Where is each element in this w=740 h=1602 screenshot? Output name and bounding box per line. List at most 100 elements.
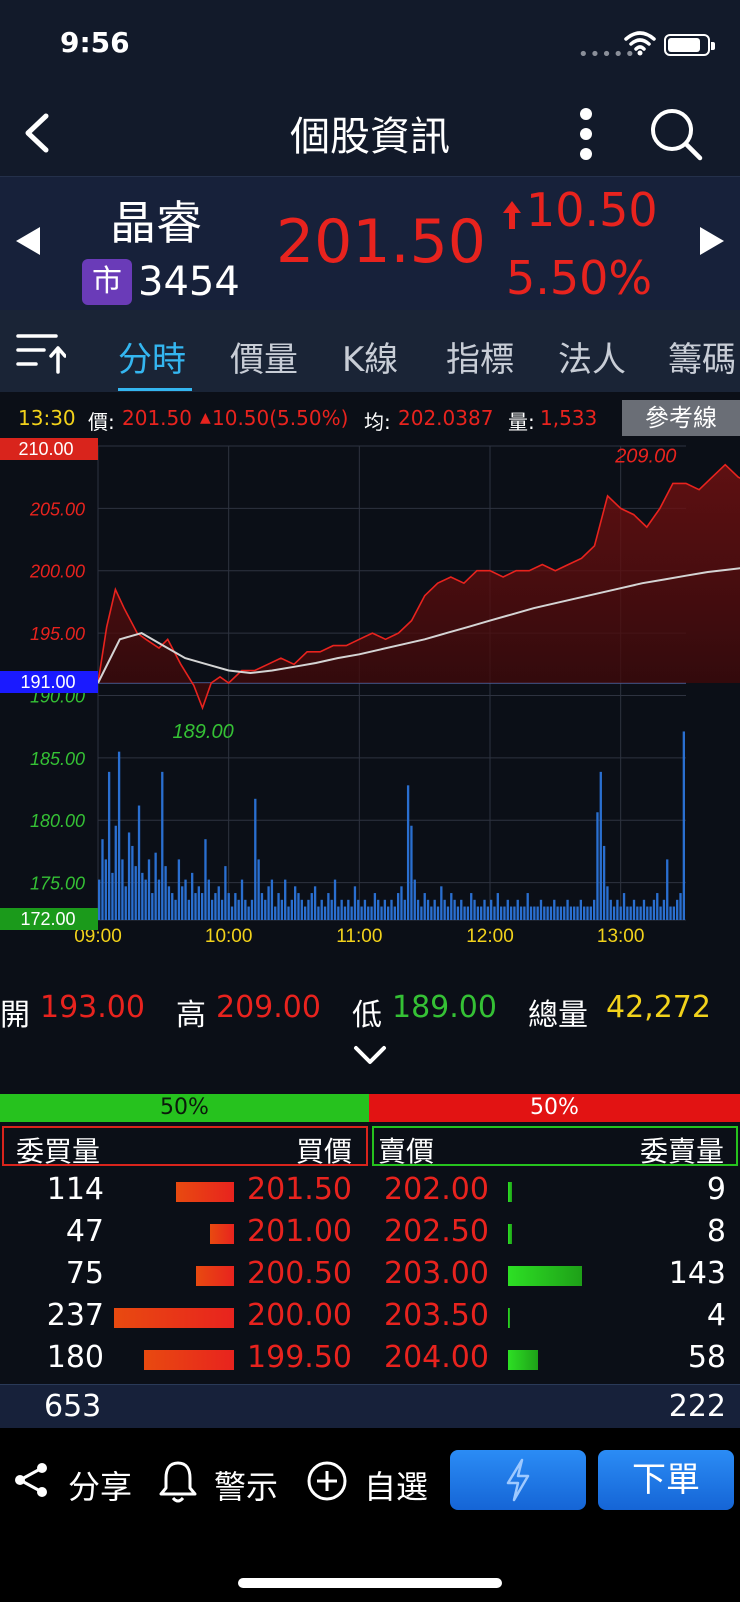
chevron-down-icon[interactable]	[352, 1042, 388, 1068]
volume-bar	[383, 899, 387, 920]
volume-bar	[313, 886, 317, 920]
orderbook-row[interactable]: 47 201.00 202.50 8	[0, 1214, 740, 1256]
place-order-button[interactable]: 下單	[598, 1450, 734, 1510]
info-up-icon: ▲	[200, 410, 211, 426]
add-circle-icon	[307, 1461, 347, 1501]
volume-bar	[652, 899, 656, 920]
tab-intraday[interactable]: 分時	[118, 332, 186, 381]
volume-bar	[141, 872, 144, 920]
bottom-toolbar: 分享 警示 自選 下單	[0, 1428, 740, 1602]
sell-header: 賣價 委賣量	[372, 1126, 738, 1168]
volume-bar	[134, 866, 137, 920]
volume-bar	[573, 906, 576, 920]
volume-bar	[244, 899, 247, 920]
y-tick-label: 185.00	[30, 749, 85, 769]
volume-bar	[586, 906, 589, 920]
volume-bar	[131, 845, 134, 920]
ask-qty-bar	[508, 1308, 510, 1328]
quick-order-button[interactable]	[450, 1450, 586, 1510]
x-tick-label: 10:00	[205, 926, 253, 947]
volume-bar	[303, 906, 307, 920]
share-label: 分享	[68, 1468, 133, 1506]
volume-bar	[679, 893, 682, 920]
next-stock-icon[interactable]	[700, 227, 724, 255]
volume-bar	[646, 906, 649, 920]
volume-bar	[553, 899, 556, 920]
bottom-price-label: 172.00	[20, 909, 75, 929]
tab-institutional[interactable]: 法人	[558, 332, 626, 381]
volume-bar	[440, 886, 443, 920]
volume-bar	[234, 893, 237, 920]
volume-bar	[403, 899, 406, 920]
volume-bar	[556, 906, 559, 920]
volume-bar	[599, 771, 602, 920]
ask-qty: 9	[706, 1172, 726, 1207]
volume-bar	[493, 906, 496, 920]
quote-header: 晶睿 市 3454 201.50 10.50 5.50%	[0, 176, 740, 310]
ask-qty-bar	[508, 1182, 512, 1202]
volume-bar	[446, 906, 450, 920]
prev-stock-icon[interactable]	[16, 227, 40, 255]
volume-bar	[124, 886, 127, 920]
y-tick-label: 200.00	[29, 562, 85, 582]
reference-line-button[interactable]: 參考線	[622, 400, 740, 436]
sell-ratio: 50%	[369, 1094, 740, 1122]
volume-bar	[430, 906, 433, 920]
volume-bar	[626, 906, 629, 920]
volume-bar	[194, 893, 197, 920]
volume-bar	[606, 886, 609, 920]
volume-bar	[210, 899, 214, 920]
volume-bar	[596, 812, 599, 920]
total-volume-label: 總量	[528, 998, 588, 1033]
orderbook-row[interactable]: 114 201.50 202.00 9	[0, 1172, 740, 1214]
low-marker-label: 189.00	[173, 721, 234, 743]
y-tick-label: 175.00	[30, 874, 85, 894]
x-tick-label: 13:00	[597, 926, 645, 947]
bid-qty-bar	[176, 1182, 234, 1202]
volume-bar	[227, 893, 230, 920]
tab-chips[interactable]: 籌碼	[668, 332, 736, 381]
tab-price-volume[interactable]: 價量	[230, 332, 298, 381]
volume-bar	[144, 879, 147, 920]
price-area	[98, 464, 740, 708]
tab-kline[interactable]: K線	[342, 332, 398, 381]
volume-bar	[642, 899, 646, 920]
volume-bar	[237, 899, 240, 920]
orderbook-row[interactable]: 180 199.50 204.00 58	[0, 1340, 740, 1382]
alert-button[interactable]: 警示	[158, 1458, 288, 1506]
volume-bar	[563, 906, 566, 920]
share-button[interactable]: 分享	[12, 1458, 142, 1506]
volume-bar	[450, 893, 453, 920]
intraday-chart[interactable]: 205.00200.00195.00190.00185.00180.00175.…	[0, 438, 740, 968]
watchlist-button[interactable]: 自選	[306, 1458, 436, 1506]
volume-bar	[181, 886, 184, 920]
volume-bar	[277, 893, 280, 920]
open-value: 193.00	[40, 990, 145, 1025]
orderbook-row[interactable]: 237 200.00 203.50 4	[0, 1298, 740, 1340]
volume-bar	[323, 906, 327, 920]
back-icon[interactable]	[14, 108, 64, 158]
tab-bar: 分時 價量 K線 指標 法人 籌碼	[0, 310, 740, 392]
volume-bar	[340, 899, 343, 920]
tab-indicators[interactable]: 指標	[446, 332, 514, 381]
volume-bar	[463, 906, 466, 920]
volume-bar	[546, 906, 549, 920]
volume-bar	[629, 906, 632, 920]
low-value: 189.00	[392, 990, 497, 1025]
y-tick-label: 180.00	[30, 811, 85, 831]
volume-bar	[280, 899, 284, 920]
more-icon[interactable]	[568, 104, 604, 164]
search-icon[interactable]	[646, 104, 706, 164]
volume-bar	[267, 886, 270, 920]
volume-bar	[519, 906, 523, 920]
bid-qty-bar	[210, 1224, 234, 1244]
volume-bar	[107, 771, 111, 920]
volume-bar	[632, 899, 636, 920]
y-tick-label: 195.00	[30, 624, 85, 644]
volume-bar	[387, 906, 390, 920]
orderbook-row[interactable]: 75 200.50 203.00 143	[0, 1256, 740, 1298]
sort-menu-icon[interactable]	[14, 328, 66, 374]
volume-bar	[310, 893, 313, 920]
volume-bar	[161, 771, 164, 920]
lightning-icon	[506, 1458, 530, 1502]
